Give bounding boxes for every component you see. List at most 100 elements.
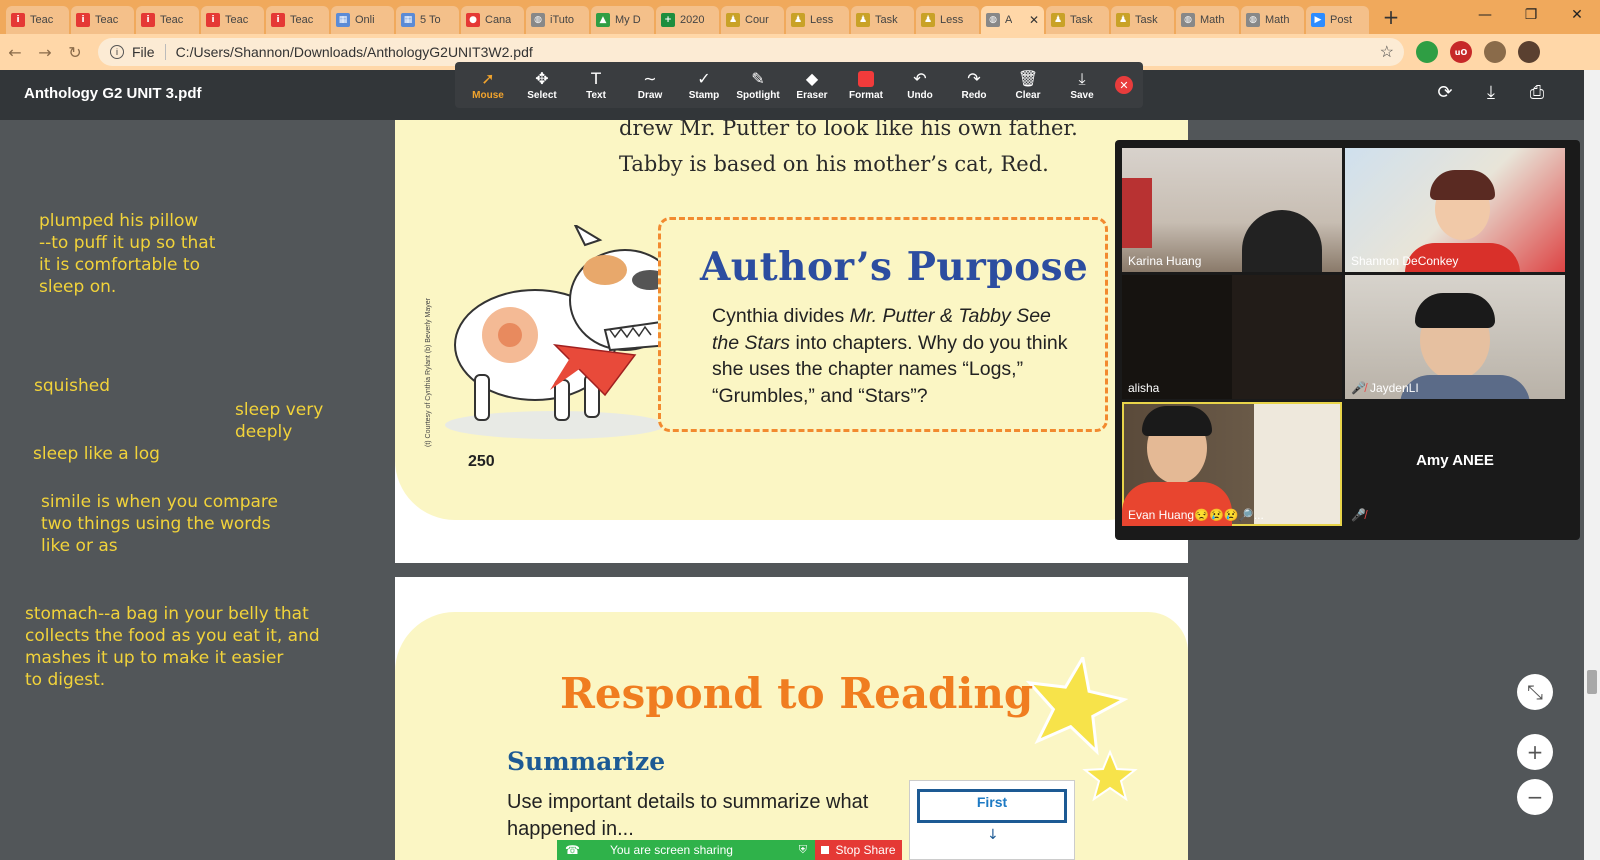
browser-tab[interactable]: ◍ iTuto (526, 6, 589, 34)
tool-draw[interactable]: ∼ Draw (623, 69, 677, 101)
info-icon[interactable]: i (110, 45, 124, 59)
zoom-out-button[interactable]: − (1517, 779, 1553, 815)
cursor-icon: ➚ (481, 69, 495, 88)
browser-tab[interactable]: i Teac (136, 6, 199, 34)
pdf-actions: ⟳ ⤓ ⎙ (1432, 82, 1550, 103)
tool-mouse[interactable]: ➚ Mouse (461, 69, 515, 101)
participant-tile[interactable]: Shannon DeConkey (1345, 148, 1565, 272)
rotate-icon[interactable]: ⟳ (1432, 82, 1458, 103)
body-line-1: drew Mr. Putter to look like his own fat… (619, 120, 1078, 140)
trash-icon: 🗑 (1017, 69, 1039, 88)
profile-avatar[interactable] (1518, 41, 1540, 63)
back-icon[interactable]: ← (0, 37, 30, 67)
participant-tile[interactable]: alisha (1122, 275, 1342, 399)
browser-tab[interactable]: i Teac (266, 6, 329, 34)
participant-tile[interactable]: 🎤̸ JaydenLI (1345, 275, 1565, 399)
close-annotation-icon[interactable]: ✕ (1115, 76, 1133, 94)
stop-share-button[interactable]: Stop Share (815, 840, 902, 860)
phone-icon: ☎ (565, 843, 580, 857)
participant-name: Karina Huang (1128, 254, 1202, 268)
tab-close-icon[interactable]: ✕ (1029, 13, 1039, 27)
participant-tile[interactable]: Amy ANEE 🎤̸ (1345, 402, 1565, 526)
tab-label: Task (1135, 14, 1158, 26)
scrollbar-thumb[interactable] (1587, 670, 1597, 694)
tool-label: Save (1070, 90, 1094, 101)
extension-icon[interactable] (1416, 41, 1438, 63)
stop-icon (821, 846, 830, 854)
tab-label: Task (1070, 14, 1093, 26)
restore-icon[interactable]: ❐ (1508, 0, 1554, 30)
person-hair (1430, 170, 1495, 200)
tab-label: Math (1200, 14, 1225, 26)
browser-tab[interactable]: ▲ My D (591, 6, 654, 34)
download-icon[interactable]: ⤓ (1478, 82, 1504, 103)
mic-muted-icon: 🎤̸ (1351, 381, 1366, 395)
browser-tab[interactable]: ◍ Math (1176, 6, 1239, 34)
browser-tab[interactable]: ▶ Post (1306, 6, 1369, 34)
browser-tab[interactable]: ♟ Task (1046, 6, 1109, 34)
tab-label: Teac (95, 14, 119, 26)
zoom-in-button[interactable]: + (1517, 734, 1553, 770)
browser-tab[interactable]: ▦ 5 To (396, 6, 459, 34)
draw-icon: ∼ (643, 69, 657, 88)
pdf-page-250: drew Mr. Putter to look like his own fat… (395, 120, 1188, 563)
person-icon: ♟ (1051, 13, 1065, 27)
browser-tab[interactable]: i Teac (6, 6, 69, 34)
tool-clear[interactable]: 🗑 Clear (1001, 69, 1055, 101)
tool-format[interactable]: Format (839, 69, 893, 101)
image-credit: (t) Courtesy of Cynthia Rylant (b) Bever… (425, 298, 432, 447)
browser-tab[interactable]: i Teac (71, 6, 134, 34)
doc-icon: ▦ (401, 13, 415, 27)
browser-tab[interactable]: ◍ Math (1241, 6, 1304, 34)
tab-label: Onli (355, 14, 375, 26)
text-icon: T (591, 69, 601, 88)
divider (164, 44, 166, 60)
minimize-icon[interactable]: — (1462, 0, 1508, 30)
new-tab-button[interactable]: + (1377, 3, 1405, 31)
tool-eraser[interactable]: ◆ Eraser (785, 69, 839, 101)
tab-label: Task (875, 14, 898, 26)
forward-icon[interactable]: → (30, 37, 60, 67)
print-icon[interactable]: ⎙ (1524, 82, 1550, 103)
close-icon[interactable]: ✕ (1554, 0, 1600, 30)
browser-tab[interactable]: ● Cana (461, 6, 524, 34)
browser-tab[interactable]: +2020 (656, 6, 719, 34)
browser-tab[interactable]: ♟ Less (786, 6, 849, 34)
ublock-icon[interactable]: uO (1450, 41, 1472, 63)
vertical-scrollbar[interactable] (1584, 70, 1600, 860)
person-icon: ♟ (856, 13, 870, 27)
tab-label: Less (940, 14, 964, 26)
tool-text[interactable]: T Text (569, 69, 623, 101)
person-shirt (1400, 375, 1530, 399)
annotation-toolbar: ➚ Mouse ✥ Select T Text ∼ Draw ✓ Stamp ✎ Spotlight ◆… (455, 62, 1143, 108)
tool-undo[interactable]: ↶ Undo (893, 69, 947, 101)
participant-tile[interactable]: Evan Huang😒😢😢🔎... (1122, 402, 1342, 526)
tool-select[interactable]: ✥ Select (515, 69, 569, 101)
tool-spotlight[interactable]: ✎ Spotlight (731, 69, 785, 101)
browser-tab[interactable]: ♟ Less (916, 6, 979, 34)
bookmark-star-icon[interactable]: ☆ (1380, 42, 1394, 62)
tab-strip: i Teac i Teac i Teac i Teac i Teac ▦ Onli ▦ 5 To ● Cana… (0, 0, 1600, 34)
participant-name: JaydenLI (1369, 381, 1419, 395)
participant-tile[interactable]: Karina Huang (1122, 148, 1342, 272)
note-simile: simile is when you compare two things us… (41, 492, 278, 556)
tab-label: Math (1265, 14, 1290, 26)
browser-tab[interactable]: ♟ Task (1111, 6, 1174, 34)
tool-redo[interactable]: ↷ Redo (947, 69, 1001, 101)
browser-tab[interactable]: ♟ Cour (721, 6, 784, 34)
body-line-2: Tabby is based on his mother’s cat, Red. (619, 152, 1049, 176)
reload-icon[interactable]: ↻ (60, 37, 90, 67)
puzzle-icon[interactable] (1484, 41, 1506, 63)
browser-tab[interactable]: ▦ Onli (331, 6, 394, 34)
person-silhouette (1242, 210, 1322, 272)
tool-stamp[interactable]: ✓ Stamp (677, 69, 731, 101)
globe-icon: ◍ (1181, 13, 1195, 27)
browser-tab[interactable]: ◍ A ✕ (981, 6, 1044, 34)
sharing-status[interactable]: ☎ You are screen sharing ⛨ (557, 840, 815, 860)
tool-label: Eraser (796, 90, 828, 101)
tool-save[interactable]: ⤓ Save (1055, 69, 1109, 101)
browser-tab[interactable]: ♟ Task (851, 6, 914, 34)
browser-tab[interactable]: i Teac (201, 6, 264, 34)
first-label: First (917, 789, 1067, 823)
fit-page-icon[interactable]: ⤡ (1517, 674, 1553, 710)
